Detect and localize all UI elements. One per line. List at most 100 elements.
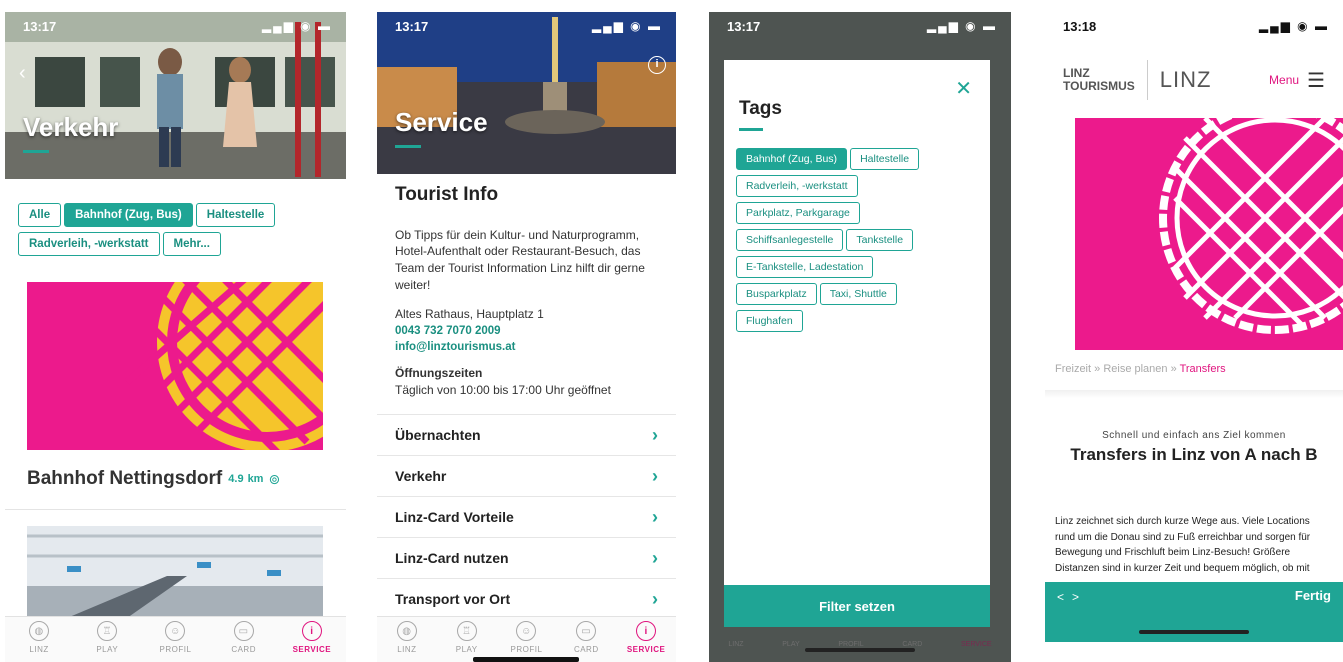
card-icon: ▭: [233, 621, 254, 641]
back-chevron-icon[interactable]: ‹: [19, 62, 26, 85]
hamburger-menu-icon[interactable]: ☰: [1307, 68, 1325, 93]
page-body-text: Linz zeichnet sich durch kurze Wege aus.…: [1055, 516, 1311, 574]
play-icon: ♖: [97, 621, 118, 641]
info-email-link[interactable]: info@linztourismus.at: [395, 339, 658, 355]
breadcrumb-freizeit[interactable]: Freizeit: [1055, 363, 1091, 375]
tab-play[interactable]: ♖ PLAY: [82, 621, 132, 654]
menu-item-transport[interactable]: Transport vor Ort ›: [377, 578, 676, 619]
tag-mehr[interactable]: Mehr...: [162, 232, 221, 256]
card-title-row[interactable]: Bahnhof Nettingsdorf 4.9 km ⊚: [27, 468, 336, 490]
menu-item-uebernachten[interactable]: Übernachten ›: [377, 414, 676, 455]
card-image-pink-pattern: [27, 282, 323, 450]
breadcrumb-separator: »: [1170, 363, 1177, 375]
tab-play: PLAY: [782, 641, 800, 648]
chevron-right-icon: ›: [652, 547, 658, 568]
status-bar: 13:17 ▂▄▆ ◉ ▬: [709, 12, 1011, 40]
page-title: Transfers in Linz von A nach B: [1070, 445, 1318, 464]
tourist-info-section: Tourist Info Ob Tipps für dein Kultur- u…: [395, 182, 658, 398]
status-time: 13:17: [23, 18, 57, 34]
service-menu: Übernachten › Verkehr › Linz-Card Vorteile…: [377, 414, 676, 619]
tag-bahnhof[interactable]: Bahnhof (Zug, Bus): [736, 148, 848, 170]
tag-radverleih[interactable]: Radverleih, -werkstatt: [736, 175, 858, 197]
tag-tankstelle[interactable]: Tankstelle: [846, 229, 914, 251]
home-indicator: [1139, 630, 1249, 634]
status-time: 13:18: [1063, 18, 1097, 34]
tag-busparkplatz[interactable]: Busparkplatz: [736, 283, 817, 305]
modal-title: Tags: [739, 98, 782, 119]
tab-service[interactable]: i SERVICE: [287, 621, 337, 654]
info-icon: i: [636, 621, 657, 641]
home-indicator: [473, 657, 579, 662]
tag-e-tankstelle[interactable]: E-Tankstelle, Ladestation: [736, 256, 874, 278]
status-time: 13:17: [727, 18, 761, 34]
menu-item-linz-card-vorteile[interactable]: Linz-Card Vorteile ›: [377, 496, 676, 537]
linz-tourismus-logo[interactable]: LINZ TOURISMUS: [1063, 67, 1135, 92]
breadcrumb-shadow: [1045, 390, 1343, 398]
hours-text: Täglich von 10:00 bis 17:00 Uhr geöffnet: [395, 382, 611, 397]
tab-profil[interactable]: ☺ PROFIL: [501, 621, 551, 654]
tag-parkplatz[interactable]: Parkplatz, Parkgarage: [736, 202, 860, 224]
tab-linz[interactable]: ◍ LINZ: [382, 621, 432, 654]
tag-taxi[interactable]: Taxi, Shuttle: [819, 283, 897, 305]
hero-title: Service: [395, 107, 488, 137]
lattice-circle-illustration: [1159, 118, 1343, 334]
tags-modal: ✕ Tags Bahnhof (Zug, Bus) Haltestelle Rad…: [724, 60, 990, 627]
tab-play[interactable]: ♖ PLAY: [442, 621, 492, 654]
info-title: Tourist Info: [395, 184, 499, 205]
card-divider: [5, 509, 346, 510]
tag-alle[interactable]: Alle: [18, 203, 62, 227]
filter-apply-button[interactable]: Filter setzen: [724, 585, 990, 627]
status-time: 13:17: [395, 18, 429, 34]
status-bar: 13:18 ▂▄▆ ◉ ▬: [1045, 12, 1343, 40]
hero-pink-pattern: [1075, 118, 1343, 350]
browser-nav: <>: [1057, 590, 1087, 604]
breadcrumb-reise-planen[interactable]: Reise planen: [1103, 363, 1167, 375]
tab-card[interactable]: ▭ CARD: [219, 621, 269, 654]
location-pin-icon: ⊚: [268, 470, 281, 487]
tag-filter-row: Alle Bahnhof (Zug, Bus) Haltestelle Radver…: [18, 203, 336, 261]
card-distance: 4.9: [228, 473, 244, 485]
tag-radverleih[interactable]: Radverleih, -werkstatt: [18, 232, 160, 256]
close-icon[interactable]: ✕: [955, 76, 972, 101]
modal-accent-bar: [739, 128, 763, 131]
signal-wifi-battery-icon: ▂▄▆ ◉ ▬: [1258, 19, 1329, 33]
tag-flughafen[interactable]: Flughafen: [736, 310, 803, 332]
hero-accent-bar: [395, 145, 421, 148]
done-button[interactable]: Fertig: [1295, 588, 1331, 603]
card-title: Bahnhof Nettingsdorf: [27, 468, 223, 489]
card-image-station: [27, 526, 323, 618]
tag-schiffsanlegestelle[interactable]: Schiffsanlegestelle: [736, 229, 844, 251]
tab-card[interactable]: ▭ CARD: [561, 621, 611, 654]
play-icon: ♖: [456, 621, 477, 641]
info-icon[interactable]: i: [648, 56, 666, 74]
bottom-tab-bar: ◍ LINZ ♖ PLAY ☺ PROFIL ▭ CARD i SERVICE: [5, 616, 346, 662]
screen-tags-filter: 13:17 ▂▄▆ ◉ ▬ ✕ Tags Bahnhof (Zug, Bus) H…: [709, 12, 1011, 662]
tab-profil[interactable]: ☺ PROFIL: [150, 621, 200, 654]
menu-label[interactable]: Menu: [1269, 73, 1299, 87]
chevron-right-icon: ›: [652, 588, 658, 609]
lattice-pattern-illustration: [124, 282, 323, 450]
home-indicator: [805, 648, 915, 652]
info-text: Ob Tipps für dein Kultur- und Naturprogr…: [395, 227, 645, 292]
screen-web-transfers: 13:18 ▂▄▆ ◉ ▬ LINZ TOURISMUS LINZ Menu ☰…: [1045, 12, 1343, 662]
tag-bahnhof[interactable]: Bahnhof (Zug, Bus): [64, 203, 193, 227]
menu-item-verkehr[interactable]: Verkehr ›: [377, 455, 676, 496]
chevron-right-icon: ›: [652, 465, 658, 486]
hero-title: Verkehr: [23, 112, 119, 142]
back-arrow-icon[interactable]: <: [1057, 590, 1072, 604]
tag-haltestelle[interactable]: Haltestelle: [195, 203, 276, 227]
linz-logo[interactable]: LINZ: [1160, 67, 1212, 93]
status-bar: 13:17 ▂▄▆ ◉ ▬: [5, 12, 346, 40]
tag-haltestelle[interactable]: Haltestelle: [850, 148, 920, 170]
status-bar: 13:17 ▂▄▆ ◉ ▬: [377, 12, 676, 40]
tab-service[interactable]: i SERVICE: [621, 621, 671, 654]
website-header: LINZ TOURISMUS LINZ Menu ☰: [1045, 50, 1343, 110]
chevron-right-icon: ›: [652, 424, 658, 445]
linz-globe-icon: ◍: [396, 621, 417, 641]
forward-arrow-icon[interactable]: >: [1072, 590, 1087, 604]
menu-item-linz-card-nutzen[interactable]: Linz-Card nutzen ›: [377, 537, 676, 578]
screen-verkehr: Verkehr ‹ 13:17 ▂▄▆ ◉ ▬ Alle Bahnhof (Zug…: [5, 12, 346, 662]
tab-linz: LINZ: [728, 641, 744, 648]
tab-linz[interactable]: ◍ LINZ: [14, 621, 64, 654]
info-phone-link[interactable]: 0043 732 7070 2009: [395, 323, 658, 339]
